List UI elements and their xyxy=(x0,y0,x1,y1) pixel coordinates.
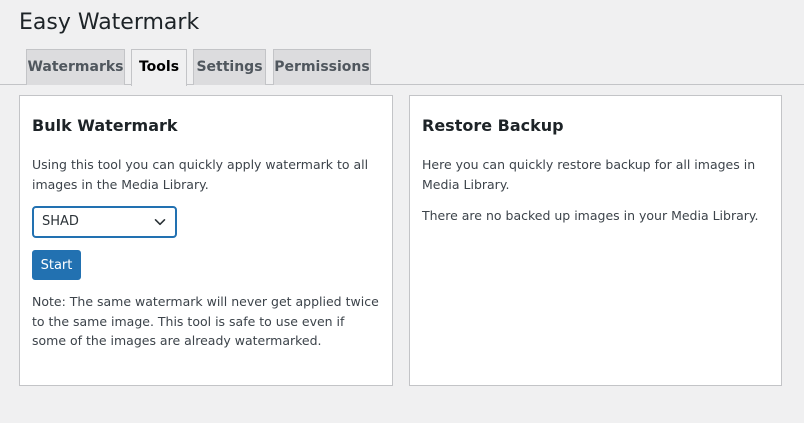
nav-tabs: Watermarks Tools Settings Permissions xyxy=(0,49,804,86)
start-button[interactable]: Start xyxy=(32,250,81,280)
page-title: Easy Watermark xyxy=(19,10,200,35)
chevron-down-icon xyxy=(154,219,166,226)
tab-tools[interactable]: Tools xyxy=(131,49,187,86)
watermark-select-value: SHAD xyxy=(42,214,79,229)
restore-backup-description: Here you can quickly restore backup for … xyxy=(422,157,756,192)
watermark-select[interactable]: SHAD xyxy=(32,206,177,238)
restore-backup-empty-message: There are no backed up images in your Me… xyxy=(422,208,759,223)
bulk-watermark-title: Bulk Watermark xyxy=(32,116,178,135)
tab-permissions[interactable]: Permissions xyxy=(273,49,371,85)
tab-watermarks[interactable]: Watermarks xyxy=(26,49,125,85)
bulk-watermark-card: Bulk Watermark Using this tool you can q… xyxy=(19,95,393,386)
bulk-watermark-note: Note: The same watermark will never get … xyxy=(32,294,379,348)
restore-backup-card: Restore Backup Here you can quickly rest… xyxy=(409,95,782,386)
restore-backup-title: Restore Backup xyxy=(422,116,564,135)
tab-settings[interactable]: Settings xyxy=(193,49,266,85)
bulk-watermark-description: Using this tool you can quickly apply wa… xyxy=(32,157,369,192)
